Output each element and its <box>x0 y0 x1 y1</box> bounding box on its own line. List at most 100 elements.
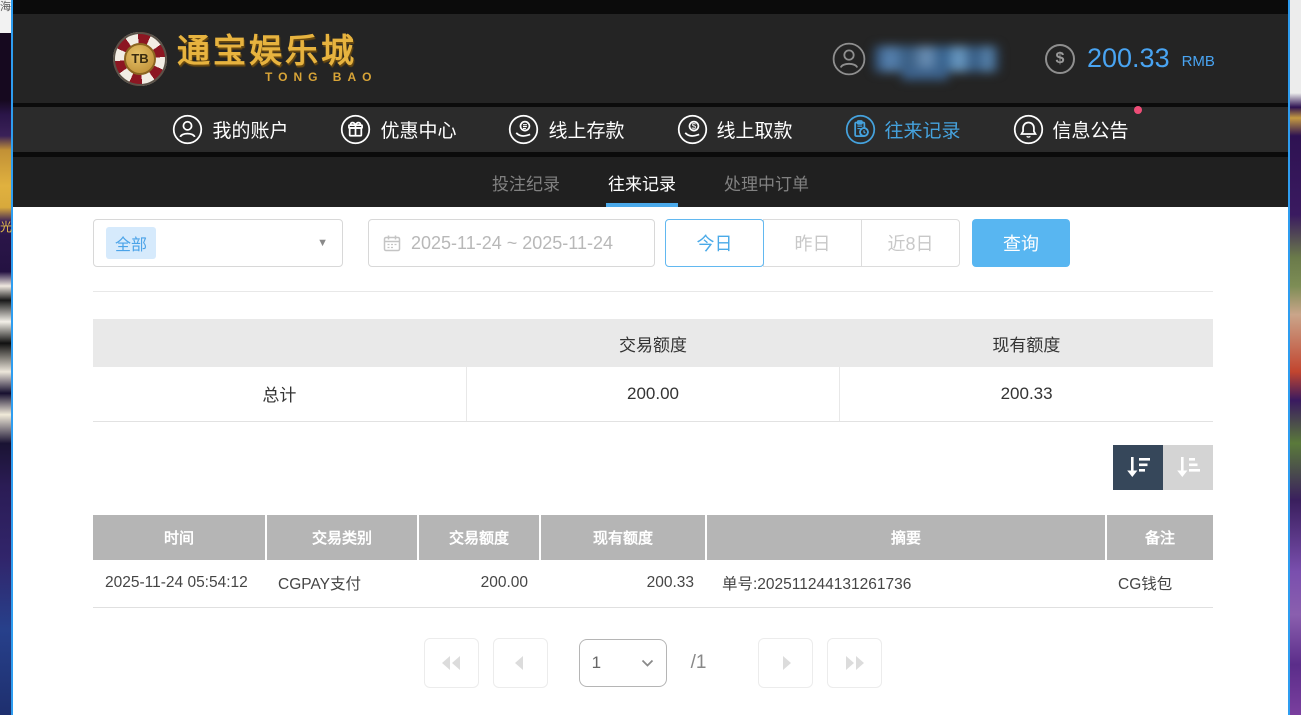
summary-total-label: 总计 <box>93 367 466 421</box>
prev-page-button[interactable] <box>493 638 548 688</box>
page-select-value: 1 <box>592 653 601 673</box>
gift-icon <box>340 114 371 145</box>
logo-subtitle: TONG BAO <box>265 71 377 83</box>
cell-current-balance: 200.33 <box>540 560 706 608</box>
background-window-right <box>1288 0 1301 715</box>
nav-label: 我的账户 <box>212 116 288 143</box>
date-range-value: 2025-11-24 ~ 2025-11-24 <box>411 233 613 254</box>
summary-header-balance: 现有额度 <box>840 319 1213 367</box>
site-header: TB 通宝娱乐城 TONG BAO $ 200.33 RMB <box>13 14 1288 103</box>
screen: 海 光 TB 通宝娱乐城 TONG BAO $ <box>0 0 1301 715</box>
date-range-picker[interactable]: 2025-11-24 ~ 2025-11-24 <box>368 219 655 267</box>
col-time: 时间 <box>93 515 266 560</box>
search-button[interactable]: 查询 <box>972 219 1070 267</box>
summary-transaction-total: 200.00 <box>466 367 839 421</box>
first-page-icon <box>439 654 463 672</box>
table-row: 2025-11-24 05:54:12 CGPAY支付 200.00 200.3… <box>93 560 1213 608</box>
nav-label: 线上存款 <box>548 116 624 143</box>
col-remarks: 备注 <box>1106 515 1213 560</box>
summary-table: 交易额度 现有额度 总计 200.00 200.33 <box>93 319 1213 422</box>
cell-remarks: CG钱包 <box>1106 560 1213 608</box>
chip-tb-text: TB <box>124 43 156 75</box>
casino-chip-icon: TB <box>113 32 167 86</box>
nav-item-announcements[interactable]: 信息公告 <box>1013 114 1129 145</box>
filter-row: 全部 ▼ 2025-11-24 ~ 2025-11-24 今日 昨日 近8日 查… <box>93 219 1213 267</box>
last-8-days-button[interactable]: 近8日 <box>861 219 960 267</box>
last-page-icon <box>843 654 867 672</box>
cell-time: 2025-11-24 05:54:12 <box>93 560 266 608</box>
record-tabs: 投注纪录 往来记录 处理中订单 <box>13 157 1288 207</box>
summary-header-empty <box>93 319 466 367</box>
main-page: TB 通宝娱乐城 TONG BAO $ 200.33 RMB <box>13 0 1288 715</box>
records-header-row: 时间 交易类别 交易额度 现有额度 摘要 备注 <box>93 515 1213 560</box>
clipboard-clock-icon <box>845 114 876 145</box>
background-tab: 海 <box>0 0 11 33</box>
sort-ascending-icon <box>1174 454 1202 480</box>
nav-item-promotions[interactable]: 优惠中心 <box>340 114 456 145</box>
site-logo[interactable]: TB 通宝娱乐城 TONG BAO <box>113 32 377 86</box>
nav-label: 优惠中心 <box>380 116 456 143</box>
summary-balance-total: 200.33 <box>840 367 1213 421</box>
col-current-balance: 现有额度 <box>540 515 706 560</box>
user-account-area[interactable] <box>832 14 999 103</box>
nav-item-withdraw[interactable]: $ 线上取款 <box>677 114 793 145</box>
withdraw-dollar-hand-icon: $ <box>677 114 708 145</box>
first-page-button[interactable] <box>424 638 479 688</box>
prev-page-icon <box>511 654 529 672</box>
tab-transaction-records[interactable]: 往来记录 <box>606 157 678 207</box>
main-nav: 我的账户 优惠中心 线上存款 $ 线上取款 <box>13 107 1288 152</box>
page-select[interactable]: 1 <box>579 639 667 687</box>
sort-descending-icon <box>1124 454 1152 480</box>
divider <box>93 291 1213 292</box>
summary-header-transaction: 交易额度 <box>466 319 839 367</box>
next-page-button[interactable] <box>758 638 813 688</box>
col-summary: 摘要 <box>706 515 1106 560</box>
cell-summary: 单号:202511244131261736 <box>706 560 1106 608</box>
user-icon <box>832 42 866 76</box>
pagination: 1 /1 <box>93 638 1213 688</box>
col-transaction-amount: 交易额度 <box>418 515 540 560</box>
cell-transaction-type: CGPAY支付 <box>266 560 418 608</box>
sort-controls <box>93 445 1213 490</box>
nav-label: 线上取款 <box>717 116 793 143</box>
username-blurred <box>874 46 999 72</box>
balance-amount: 200.33 <box>1087 43 1170 74</box>
svg-text:$: $ <box>691 122 696 131</box>
user-icon <box>172 114 203 145</box>
top-black-bar <box>13 0 1288 14</box>
nav-item-deposit[interactable]: 线上存款 <box>508 114 624 145</box>
summary-header-row: 交易额度 现有额度 <box>93 319 1213 367</box>
content-area: 全部 ▼ 2025-11-24 ~ 2025-11-24 今日 昨日 近8日 查… <box>13 207 1288 715</box>
page-total-label: /1 <box>691 652 707 674</box>
records-table: 时间 交易类别 交易额度 现有额度 摘要 备注 2025-11-24 05:54… <box>93 515 1213 609</box>
today-button[interactable]: 今日 <box>665 219 764 267</box>
background-window-left: 海 光 <box>0 0 13 715</box>
calendar-icon <box>383 234 401 252</box>
type-select[interactable]: 全部 ▼ <box>93 219 343 267</box>
balance-currency: RMB <box>1182 53 1215 70</box>
type-select-value: 全部 <box>106 227 156 259</box>
last-page-button[interactable] <box>827 638 882 688</box>
chevron-down-icon: ▼ <box>317 237 328 249</box>
notification-badge <box>1134 106 1142 114</box>
cell-transaction-amount: 200.00 <box>418 560 540 608</box>
tab-pending-orders[interactable]: 处理中订单 <box>722 157 811 207</box>
nav-label: 往来记录 <box>885 116 961 143</box>
nav-item-transaction-records[interactable]: 往来记录 <box>845 114 961 145</box>
summary-total-row: 总计 200.00 200.33 <box>93 367 1213 421</box>
sort-descending-button[interactable] <box>1113 445 1163 490</box>
next-page-icon <box>777 654 795 672</box>
deposit-coin-hand-icon <box>508 114 539 145</box>
sort-ascending-button[interactable] <box>1163 445 1213 490</box>
balance-area[interactable]: $ 200.33 RMB <box>1045 14 1215 103</box>
background-glyph: 光 <box>0 218 12 235</box>
dollar-coin-icon: $ <box>1045 44 1075 74</box>
bell-icon <box>1013 114 1044 145</box>
col-transaction-type: 交易类别 <box>266 515 418 560</box>
nav-label: 信息公告 <box>1053 116 1129 143</box>
nav-item-my-account[interactable]: 我的账户 <box>172 114 288 145</box>
chevron-down-icon <box>641 659 654 668</box>
yesterday-button[interactable]: 昨日 <box>763 219 862 267</box>
tab-betting-records[interactable]: 投注纪录 <box>490 157 562 207</box>
quick-date-buttons: 今日 昨日 近8日 <box>665 219 960 267</box>
